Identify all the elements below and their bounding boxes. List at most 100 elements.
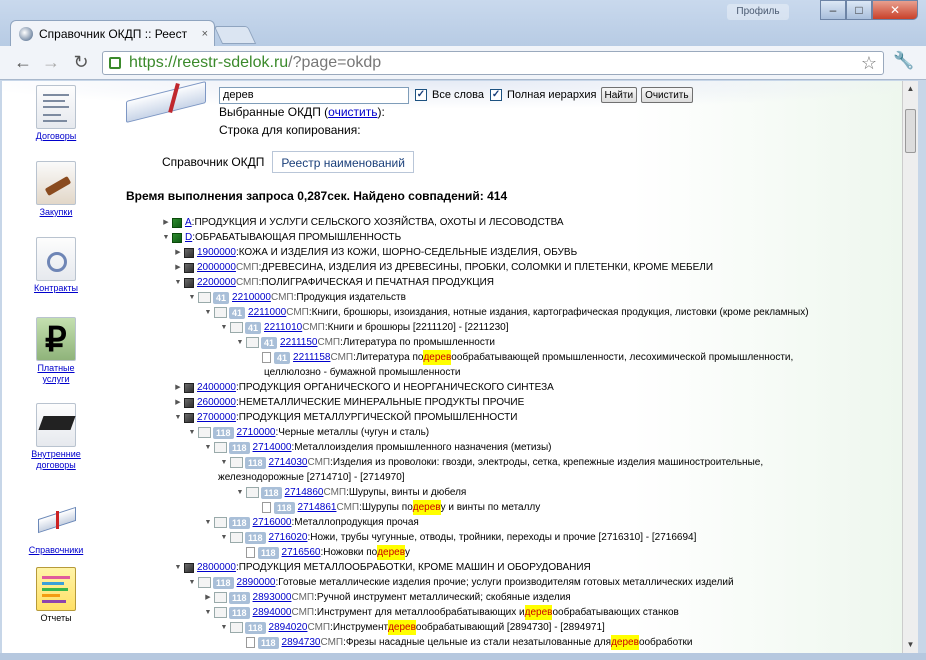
okdp-code-link[interactable]: 2800000 xyxy=(197,560,236,575)
expand-down-icon[interactable]: ▼ xyxy=(204,515,212,530)
okdp-code-link[interactable]: 2211000 xyxy=(248,305,286,320)
tree-row[interactable]: ▼ 41 2211150 СМП : Литература по промышленн… xyxy=(236,335,495,350)
browser-tab[interactable]: Справочник ОКДП :: Реест × xyxy=(10,20,215,46)
sidebar-label[interactable]: Закупки xyxy=(2,207,110,218)
minimize-button[interactable]: – xyxy=(820,0,846,20)
tree-row[interactable]: ▶ 2400000: ПРОДУКЦИЯ ОРГАНИЧЕСКОГО И НЕОР… xyxy=(174,380,554,395)
sidebar-item-zakupki[interactable]: Закупки xyxy=(2,161,110,218)
okdp-code-link[interactable]: 2714861 xyxy=(298,500,337,515)
sidebar-item-kontrakty[interactable]: Контракты xyxy=(2,237,110,294)
tree-row[interactable]: ▶ 118 2893000 СМП : Ручной инструмент метал… xyxy=(204,590,571,605)
tree-row[interactable]: ▼ 118 2714860 СМП : Шурупы, винты и дюбеля xyxy=(236,485,466,500)
expand-down-icon[interactable]: ▼ xyxy=(220,620,228,635)
tree-row[interactable]: ▼ D: ОБРАБАТЫВАЮЩАЯ ПРОМЫШЛЕННОСТЬ xyxy=(162,230,402,245)
tree-row[interactable]: ▶ 2600000: НЕМЕТАЛЛИЧЕСКИЕ МИНЕРАЛЬНЫЕ ПР… xyxy=(174,395,524,410)
sidebar-item-spravochniki[interactable]: Справочники xyxy=(2,499,110,556)
bookmark-star-icon[interactable]: ☆ xyxy=(861,53,877,74)
okdp-code-link[interactable]: 2714000 xyxy=(253,440,292,455)
close-tab-icon[interactable]: × xyxy=(202,28,208,40)
tree-row[interactable]: ▼ 118 2894020 СМП : Инструмент дерев ообраба… xyxy=(220,620,605,635)
expand-down-icon[interactable]: ▼ xyxy=(220,455,228,470)
okdp-code-link[interactable]: 2700000 xyxy=(197,410,236,425)
okdp-code-link[interactable]: 2894000 xyxy=(253,605,292,620)
tree-row[interactable]: ▼ 41 2211000 СМП : Книги, брошюры, изоиздан… xyxy=(204,305,809,320)
tree-row[interactable]: ▼ 118 2890000: Готовые металлические издел… xyxy=(188,575,734,590)
sidebar-label[interactable]: Внутренние договоры xyxy=(26,449,86,471)
search-input[interactable] xyxy=(219,86,409,104)
sidebar-label[interactable]: Контракты xyxy=(2,283,110,294)
tab-okdp[interactable]: Справочник ОКДП xyxy=(154,151,273,173)
tree-row[interactable]: 118 2716560: Ножовки по дерев у xyxy=(236,545,410,560)
scroll-thumb[interactable] xyxy=(905,109,916,153)
expand-down-icon[interactable]: ▼ xyxy=(236,335,244,350)
tree-row[interactable]: ▶ 2000000 СМП : ДРЕВЕСИНА, ИЗДЕЛИЯ ИЗ ДРЕВ… xyxy=(174,260,713,275)
okdp-code-link[interactable]: 2000000 xyxy=(197,260,236,275)
maximize-button[interactable]: □ xyxy=(846,0,872,20)
tree-row[interactable]: ▼ 2700000: ПРОДУКЦИЯ МЕТАЛЛУРГИЧЕСКОЙ ПРО… xyxy=(174,410,518,425)
new-tab-button[interactable] xyxy=(213,26,257,44)
expand-down-icon[interactable]: ▼ xyxy=(236,485,244,500)
tree-row[interactable]: ▼ 41 2211010 СМП : Книги и брошюры [2211120… xyxy=(220,320,509,335)
sidebar-label[interactable]: Договоры xyxy=(2,131,110,142)
tree-row[interactable]: ▶ 1900000: КОЖА И ИЗДЕЛИЯ ИЗ КОЖИ, ШОРНО-… xyxy=(174,245,577,260)
tree-row[interactable]: ▼ 118 2716000: Металлопродукция прочая xyxy=(204,515,419,530)
okdp-code-link[interactable]: 2714860 xyxy=(285,485,324,500)
expand-down-icon[interactable]: ▼ xyxy=(204,305,212,320)
okdp-code-link[interactable]: 2894730 xyxy=(282,635,321,650)
okdp-code-link[interactable]: A xyxy=(185,215,192,230)
tree-row[interactable]: ▼ 118 2714000: Металлоизделия промышленног… xyxy=(204,440,552,455)
sidebar-item-otchety[interactable]: Отчеты xyxy=(2,567,110,624)
okdp-code-link[interactable]: 2211150 xyxy=(280,335,317,350)
sidebar-label[interactable]: Платные услуги xyxy=(32,363,80,385)
tree-row[interactable]: ▼ 118 2710000: Черные металлы (чугун и ста… xyxy=(188,425,429,440)
expand-down-icon[interactable]: ▼ xyxy=(188,290,196,305)
okdp-code-link[interactable]: 2210000 xyxy=(232,290,271,305)
tree-row[interactable]: ▼ 2800000: ПРОДУКЦИЯ МЕТАЛЛООБРАБОТКИ, КР… xyxy=(174,560,591,575)
scroll-down-icon[interactable]: ▼ xyxy=(903,637,918,653)
tree-row[interactable]: ▶ A: ПРОДУКЦИЯ И УСЛУГИ СЕЛЬСКОГО ХОЗЯЙСТ… xyxy=(162,215,563,230)
tree-row[interactable]: ▼ 118 2716020: Ножи, трубы чугунные, отвод… xyxy=(220,530,696,545)
clear-selected-link[interactable]: очистить xyxy=(328,105,377,119)
find-button[interactable]: Найти xyxy=(600,87,638,103)
okdp-code-link[interactable]: 2716000 xyxy=(253,515,292,530)
tree-row[interactable]: ▼ 118 2894000 СМП : Инструмент для металлоо… xyxy=(204,605,679,620)
tree-row[interactable]: 118 2714861 СМП : Шурупы по дерев у и винты… xyxy=(252,500,540,515)
address-bar[interactable]: https://reestr-sdelok.ru/?page=okdp ☆ xyxy=(102,51,884,75)
vertical-scrollbar[interactable]: ▲ ▼ xyxy=(902,81,918,653)
forward-arrow-icon[interactable]: → xyxy=(40,52,62,74)
sidebar-item-platnye[interactable]: ₽ Платные услуги xyxy=(2,317,110,385)
expand-down-icon[interactable]: ▼ xyxy=(204,440,212,455)
tree-row[interactable]: 41 2211158 СМП : Литература по дерев ообраб… xyxy=(252,350,793,365)
reload-icon[interactable]: ↻ xyxy=(70,52,92,74)
expand-right-icon[interactable]: ▶ xyxy=(174,260,182,275)
tree-row[interactable]: ▼ 2200000 СМП : ПОЛИГРАФИЧЕСКАЯ И ПЕЧАТНАЯ… xyxy=(174,275,494,290)
tree-row[interactable]: 118 2894730 СМП : Фрезы насадные цельные и… xyxy=(236,635,693,650)
sidebar-label[interactable]: Справочники xyxy=(2,545,110,556)
okdp-code-link[interactable]: 2600000 xyxy=(197,395,236,410)
tree-row[interactable]: ▼ 41 2210000 СМП : Продукция издательств xyxy=(188,290,406,305)
okdp-code-link[interactable]: 2714030 xyxy=(269,455,308,470)
wrench-menu-icon[interactable]: 🔧 xyxy=(892,51,916,75)
okdp-code-link[interactable]: 2400000 xyxy=(197,380,236,395)
okdp-code-link[interactable]: 2716560 xyxy=(282,545,321,560)
okdp-code-link[interactable]: 2200000 xyxy=(197,275,236,290)
expand-down-icon[interactable]: ▼ xyxy=(162,230,170,245)
back-arrow-icon[interactable]: ← xyxy=(12,52,34,74)
close-window-button[interactable]: ✕ xyxy=(872,0,918,20)
expand-down-icon[interactable]: ▼ xyxy=(174,410,182,425)
expand-right-icon[interactable]: ▶ xyxy=(174,395,182,410)
sidebar-item-dogovory[interactable]: Договоры xyxy=(2,85,110,142)
sidebar-label[interactable]: Отчеты xyxy=(2,613,110,624)
profile-label[interactable]: Профиль xyxy=(727,4,789,20)
sidebar-item-vnutr[interactable]: Внутренние договоры xyxy=(2,403,110,471)
expand-down-icon[interactable]: ▼ xyxy=(220,530,228,545)
scroll-up-icon[interactable]: ▲ xyxy=(903,81,918,97)
okdp-code-link[interactable]: 2211158 xyxy=(293,350,330,365)
okdp-code-link[interactable]: 2710000 xyxy=(237,425,276,440)
expand-down-icon[interactable]: ▼ xyxy=(188,425,196,440)
expand-right-icon[interactable]: ▶ xyxy=(174,380,182,395)
okdp-code-link[interactable]: D xyxy=(185,230,192,245)
okdp-code-link[interactable]: 2893000 xyxy=(253,590,292,605)
tree-row[interactable]: ▼ 118 2714030 СМП : Изделия из проволоки: г… xyxy=(220,455,763,470)
full-hierarchy-checkbox[interactable]: ✓ xyxy=(490,89,503,101)
